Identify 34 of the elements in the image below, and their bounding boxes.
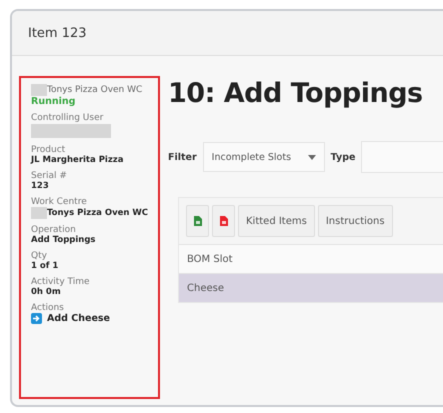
excel-export-button[interactable] — [186, 205, 209, 237]
type-label: Type — [330, 152, 356, 162]
toolbar-button[interactable]: Kitted Items — [238, 205, 315, 237]
column-header: BOM Slot — [187, 254, 233, 264]
table-cell: Cheese — [187, 282, 224, 294]
status-text: Running — [31, 96, 76, 107]
field-label: Operation — [31, 225, 77, 235]
field-label: Serial # — [31, 171, 68, 181]
redacted-block — [31, 84, 47, 96]
field-value: 0h 0m — [31, 287, 61, 297]
field-value: Tonys Pizza Oven WC — [47, 208, 148, 218]
field-label: Product — [31, 145, 66, 155]
arrow-icon — [31, 313, 42, 324]
field-label: Actions — [31, 303, 65, 313]
page-heading: 10: Add Toppings — [168, 78, 424, 109]
action-link[interactable]: Add Cheese — [31, 313, 158, 324]
spreadsheet-file-icon — [194, 216, 202, 226]
field-label: Activity Time — [31, 277, 91, 287]
field-label: Qty — [31, 251, 48, 261]
pdf-file-icon — [220, 216, 228, 226]
pdf-export-button[interactable] — [212, 205, 235, 237]
field-value: JL Margherita Pizza — [31, 155, 124, 165]
caret-icon — [308, 154, 316, 160]
window-title: Item 123 — [28, 26, 87, 40]
field-label: Controlling User — [31, 113, 104, 123]
field-value: Add Toppings — [31, 235, 96, 245]
field-value: 1 of 1 — [31, 261, 58, 271]
filter-label: Filter — [168, 152, 197, 162]
toolbar-button[interactable]: Instructions — [318, 205, 393, 237]
field-label: Work Centre — [31, 197, 88, 207]
work-centre-name: Tonys Pizza Oven WC — [47, 85, 142, 95]
filter-dropdown[interactable]: Incomplete Slots — [202, 142, 325, 172]
table-row[interactable]: Cheese — [179, 273, 443, 302]
field-value: 123 — [31, 181, 49, 191]
